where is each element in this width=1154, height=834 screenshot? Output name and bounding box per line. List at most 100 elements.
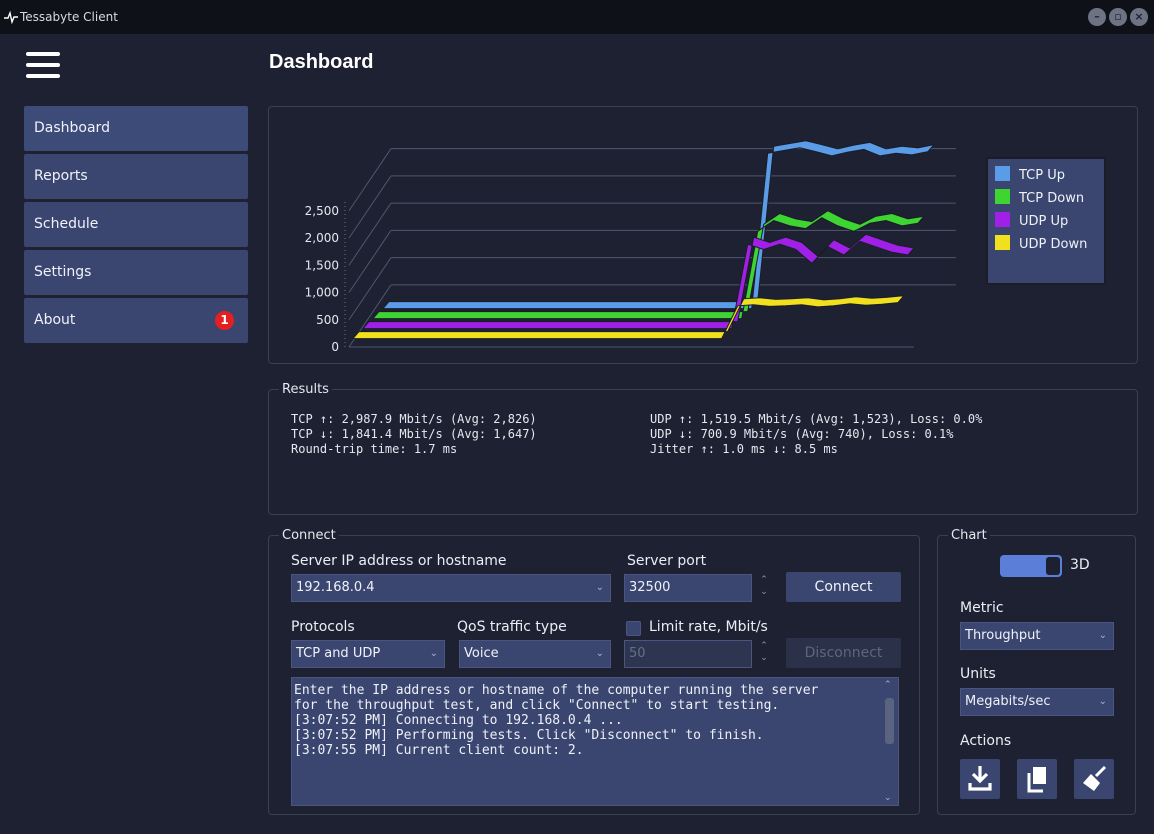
- round-trip-result: Round-trip time: 1.7 ms: [291, 442, 458, 456]
- download-button[interactable]: [960, 759, 1000, 799]
- sidebar-item-label: Reports: [34, 168, 88, 184]
- chart-y-tick-label: 1,500: [305, 258, 339, 272]
- copy-icon: [1027, 767, 1046, 793]
- sidebar-item-label: About: [34, 312, 76, 328]
- chevron-down-icon: ⌄: [1098, 630, 1107, 641]
- results-legend: Results: [279, 382, 332, 397]
- minimize-button[interactable]: –: [1088, 8, 1106, 26]
- metric-value: Throughput: [965, 628, 1041, 643]
- units-label: Units: [960, 666, 996, 682]
- port-spinner[interactable]: ⌃ ⌄: [758, 574, 770, 602]
- app-pulse-icon: [4, 10, 18, 24]
- qos-value: Voice: [464, 646, 499, 661]
- server-combo[interactable]: 192.168.0.4 ⌄: [291, 574, 611, 602]
- chart-y-tick-label: 2,500: [305, 204, 339, 218]
- chart-grid-line: [348, 257, 392, 321]
- chart-legend-swatch: [995, 212, 1010, 227]
- qos-label: QoS traffic type: [457, 619, 567, 635]
- udp-up-result: UDP ↑: 1,519.5 Mbit/s (Avg: 1,523), Loss…: [650, 412, 983, 426]
- connect-button[interactable]: Connect: [786, 572, 901, 602]
- log-line: [3:07:55 PM] Current client count: 2.: [294, 743, 584, 758]
- actions-label: Actions: [960, 733, 1012, 749]
- sidebar-item-dashboard[interactable]: Dashboard: [24, 106, 248, 151]
- title-bar: Tessabyte Client – ▫ ×: [0, 0, 1154, 34]
- port-value: 32500: [629, 580, 671, 595]
- limit-rate-checkbox[interactable]: [626, 621, 641, 636]
- notification-badge: 1: [215, 311, 234, 330]
- chart-legend-label: UDP Down: [1019, 237, 1087, 252]
- sidebar-item-settings[interactable]: Settings: [24, 250, 248, 295]
- chart-legend-swatch: [995, 166, 1010, 181]
- log-line: [3:07:52 PM] Performing tests. Click "Di…: [294, 728, 764, 743]
- chart-y-tick-label: 0: [331, 340, 339, 354]
- chart-settings-group: Chart 3D Metric Throughput ⌄ Units Megab…: [937, 528, 1136, 815]
- limit-rate-value: 50: [629, 646, 646, 661]
- chart-grid-line: [348, 175, 392, 239]
- chart-grid-line: [348, 230, 392, 293]
- metric-label: Metric: [960, 600, 1004, 616]
- connect-group: Connect Server IP address or hostname 19…: [268, 528, 920, 815]
- clear-icon: [1083, 765, 1107, 791]
- close-button[interactable]: ×: [1130, 8, 1148, 26]
- chart-legend-swatch: [995, 235, 1010, 250]
- chart-y-tick-label: 1,000: [305, 286, 339, 300]
- maximize-button[interactable]: ▫: [1109, 8, 1127, 26]
- throughput-chart: 0 500 1,000 1,500 2,000 2,500 TCP Up TCP Down UD…: [305, 140, 1106, 354]
- log-line: Enter the IP address or hostname of the …: [294, 683, 819, 698]
- units-value: Megabits/sec: [965, 694, 1051, 709]
- sidebar-item-about[interactable]: About 1: [24, 298, 248, 343]
- chart-legend-swatch: [995, 189, 1010, 204]
- qos-combo[interactable]: Voice ⌄: [459, 640, 611, 668]
- throughput-chart-panel: 0 500 1,000 1,500 2,000 2,500 TCP Up TCP Down UD…: [268, 106, 1138, 364]
- chevron-down-icon[interactable]: ⌄: [884, 793, 892, 803]
- chevron-down-icon: ⌄: [595, 582, 604, 593]
- chevron-up-icon[interactable]: ⌃: [884, 680, 892, 690]
- menu-icon[interactable]: [26, 52, 60, 78]
- limit-rate-input[interactable]: 50: [624, 640, 752, 668]
- page-title: Dashboard: [269, 51, 374, 73]
- chart-y-tick-label: 500: [316, 313, 339, 327]
- sidebar-item-reports[interactable]: Reports: [24, 154, 248, 199]
- jitter-result: Jitter ↑: 1.0 ms ↓: 8.5 ms: [650, 442, 838, 456]
- port-label: Server port: [627, 553, 707, 569]
- clear-button[interactable]: [1074, 759, 1114, 799]
- chevron-down-icon: ⌄: [1098, 696, 1107, 707]
- disconnect-button[interactable]: Disconnect: [786, 638, 901, 668]
- units-combo[interactable]: Megabits/sec ⌄: [960, 688, 1114, 716]
- tcp-down-result: TCP ↓: 1,841.4 Mbit/s (Avg: 1,647): [291, 427, 537, 441]
- 3d-toggle[interactable]: [1000, 555, 1062, 577]
- chart-grid-line: [348, 148, 392, 212]
- chart-legend-label: TCP Down: [1018, 191, 1084, 206]
- protocols-label: Protocols: [291, 619, 355, 635]
- limit-rate-label: Limit rate, Mbit/s: [649, 619, 768, 635]
- chevron-down-icon: ⌄: [429, 648, 438, 659]
- protocols-value: TCP and UDP: [296, 646, 381, 661]
- scrollbar-thumb[interactable]: [885, 698, 894, 744]
- tcp-up-result: TCP ↑: 2,987.9 Mbit/s (Avg: 2,826): [291, 412, 537, 426]
- sidebar-item-label: Schedule: [34, 216, 99, 232]
- download-icon: [968, 766, 992, 791]
- chart-legend-label: UDP Up: [1019, 214, 1068, 229]
- 3d-toggle-label: 3D: [1070, 557, 1090, 573]
- chart-y-tick-label: 2,000: [305, 231, 339, 245]
- results-group: Results TCP ↑: 2,987.9 Mbit/s (Avg: 2,82…: [268, 382, 1138, 515]
- log-line: for the throughput test, and click "Conn…: [294, 698, 780, 713]
- sidebar: Dashboard Reports Schedule Settings Abou…: [24, 106, 248, 346]
- server-value: 192.168.0.4: [296, 580, 375, 595]
- chart-legend: Chart: [948, 528, 990, 543]
- sidebar-item-schedule[interactable]: Schedule: [24, 202, 248, 247]
- window-title: Tessabyte Client: [20, 10, 118, 24]
- limit-rate-spinner[interactable]: ⌃ ⌄: [758, 640, 770, 668]
- chevron-down-icon: ⌄: [595, 648, 604, 659]
- connect-legend: Connect: [279, 528, 339, 543]
- protocols-combo[interactable]: TCP and UDP ⌄: [291, 640, 445, 668]
- log-line: [3:07:52 PM] Connecting to 192.168.0.4 .…: [294, 713, 623, 728]
- log-scrollbar[interactable]: ⌃ ⌄: [882, 680, 896, 803]
- server-label: Server IP address or hostname: [291, 553, 507, 569]
- udp-down-result: UDP ↓: 700.9 Mbit/s (Avg: 740), Loss: 0.…: [650, 427, 954, 441]
- port-input[interactable]: 32500: [624, 574, 752, 602]
- log-output[interactable]: Enter the IP address or hostname of the …: [291, 677, 899, 806]
- sidebar-item-label: Dashboard: [34, 120, 110, 136]
- copy-button[interactable]: [1017, 759, 1057, 799]
- metric-combo[interactable]: Throughput ⌄: [960, 622, 1114, 650]
